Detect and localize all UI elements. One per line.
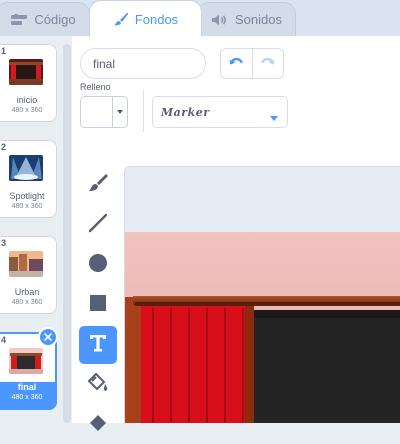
speaker-icon: [211, 13, 229, 27]
backdrop-size: 480 x 360: [11, 203, 43, 210]
tab-code-label: Código: [34, 12, 76, 27]
text-icon: [87, 332, 109, 359]
backdrop-name: inicio: [16, 95, 38, 105]
backdrop-number: 3: [1, 238, 7, 248]
selector-scrollbar[interactable]: [63, 44, 71, 423]
backdrop-number: 2: [1, 142, 7, 152]
tab-backdrops[interactable]: Fondos: [89, 0, 202, 37]
caret-down-icon: [113, 97, 127, 127]
circle-icon: [87, 252, 109, 279]
undo-button[interactable]: [221, 49, 252, 78]
brush-tool[interactable]: [79, 166, 117, 204]
backdrop-item-inicio[interactable]: 1 inicio 480 x 360: [0, 44, 57, 122]
backdrop-size: 480 x 360: [11, 394, 43, 401]
eraser-tool[interactable]: [79, 406, 117, 444]
font-dropdown[interactable]: Marker: [152, 96, 288, 128]
code-icon: [10, 13, 28, 27]
chevron-down-icon: [270, 109, 278, 127]
costume-name-input[interactable]: [80, 48, 206, 79]
backdrop-number: 1: [1, 46, 7, 56]
fill-tool[interactable]: [79, 366, 117, 404]
rectangle-icon: [87, 292, 109, 319]
backdrop-name: final: [17, 382, 37, 392]
line-tool[interactable]: [79, 206, 117, 244]
backdrop-size: 480 x 360: [11, 299, 43, 306]
backdrop-name: Urban: [14, 287, 40, 297]
toolbar-divider: [143, 90, 144, 132]
eraser-icon: [87, 412, 109, 439]
stage-backdrop-image: [125, 232, 400, 423]
paintbrush-icon: [113, 11, 129, 27]
backdrop-number: 4: [1, 335, 7, 345]
fill-icon: [87, 372, 109, 399]
brush-icon: [87, 172, 109, 199]
backdrop-thumbnail: [9, 59, 43, 85]
redo-icon: [260, 55, 276, 73]
paint-canvas[interactable]: [125, 232, 400, 423]
editor-tab-bar: Código Fondos Sonidos: [0, 0, 400, 37]
paint-tools: [72, 166, 124, 431]
font-dropdown-value: Marker: [161, 105, 210, 119]
fill-label: Relleno: [80, 82, 111, 92]
backdrop-item-spotlight[interactable]: 2 Spotlight 480 x 360: [0, 140, 57, 218]
backdrop-thumbnail: [9, 348, 43, 374]
tab-sounds-label: Sonidos: [235, 12, 282, 27]
close-icon: [44, 328, 52, 346]
fill-color-swatch: [81, 97, 113, 127]
backdrop-size: 480 x 360: [11, 107, 43, 114]
delete-backdrop-button[interactable]: [38, 327, 58, 347]
undo-icon: [228, 55, 244, 73]
undo-redo-group: [220, 48, 284, 79]
rectangle-tool[interactable]: [79, 286, 117, 324]
backdrop-name: Spotlight: [9, 191, 45, 201]
tab-backdrops-label: Fondos: [134, 11, 179, 27]
tab-code[interactable]: Código: [0, 2, 90, 36]
fill-color-picker[interactable]: [80, 96, 128, 128]
redo-button[interactable]: [251, 49, 284, 78]
text-tool[interactable]: [79, 326, 117, 364]
tab-sounds[interactable]: Sonidos: [197, 2, 296, 36]
circle-tool[interactable]: [79, 246, 117, 284]
backdrop-thumbnail: [9, 155, 43, 181]
backdrop-item-urban[interactable]: 3 Urban 480 x 360: [0, 236, 57, 314]
line-icon: [87, 212, 109, 239]
backdrop-thumbnail: [9, 251, 43, 277]
